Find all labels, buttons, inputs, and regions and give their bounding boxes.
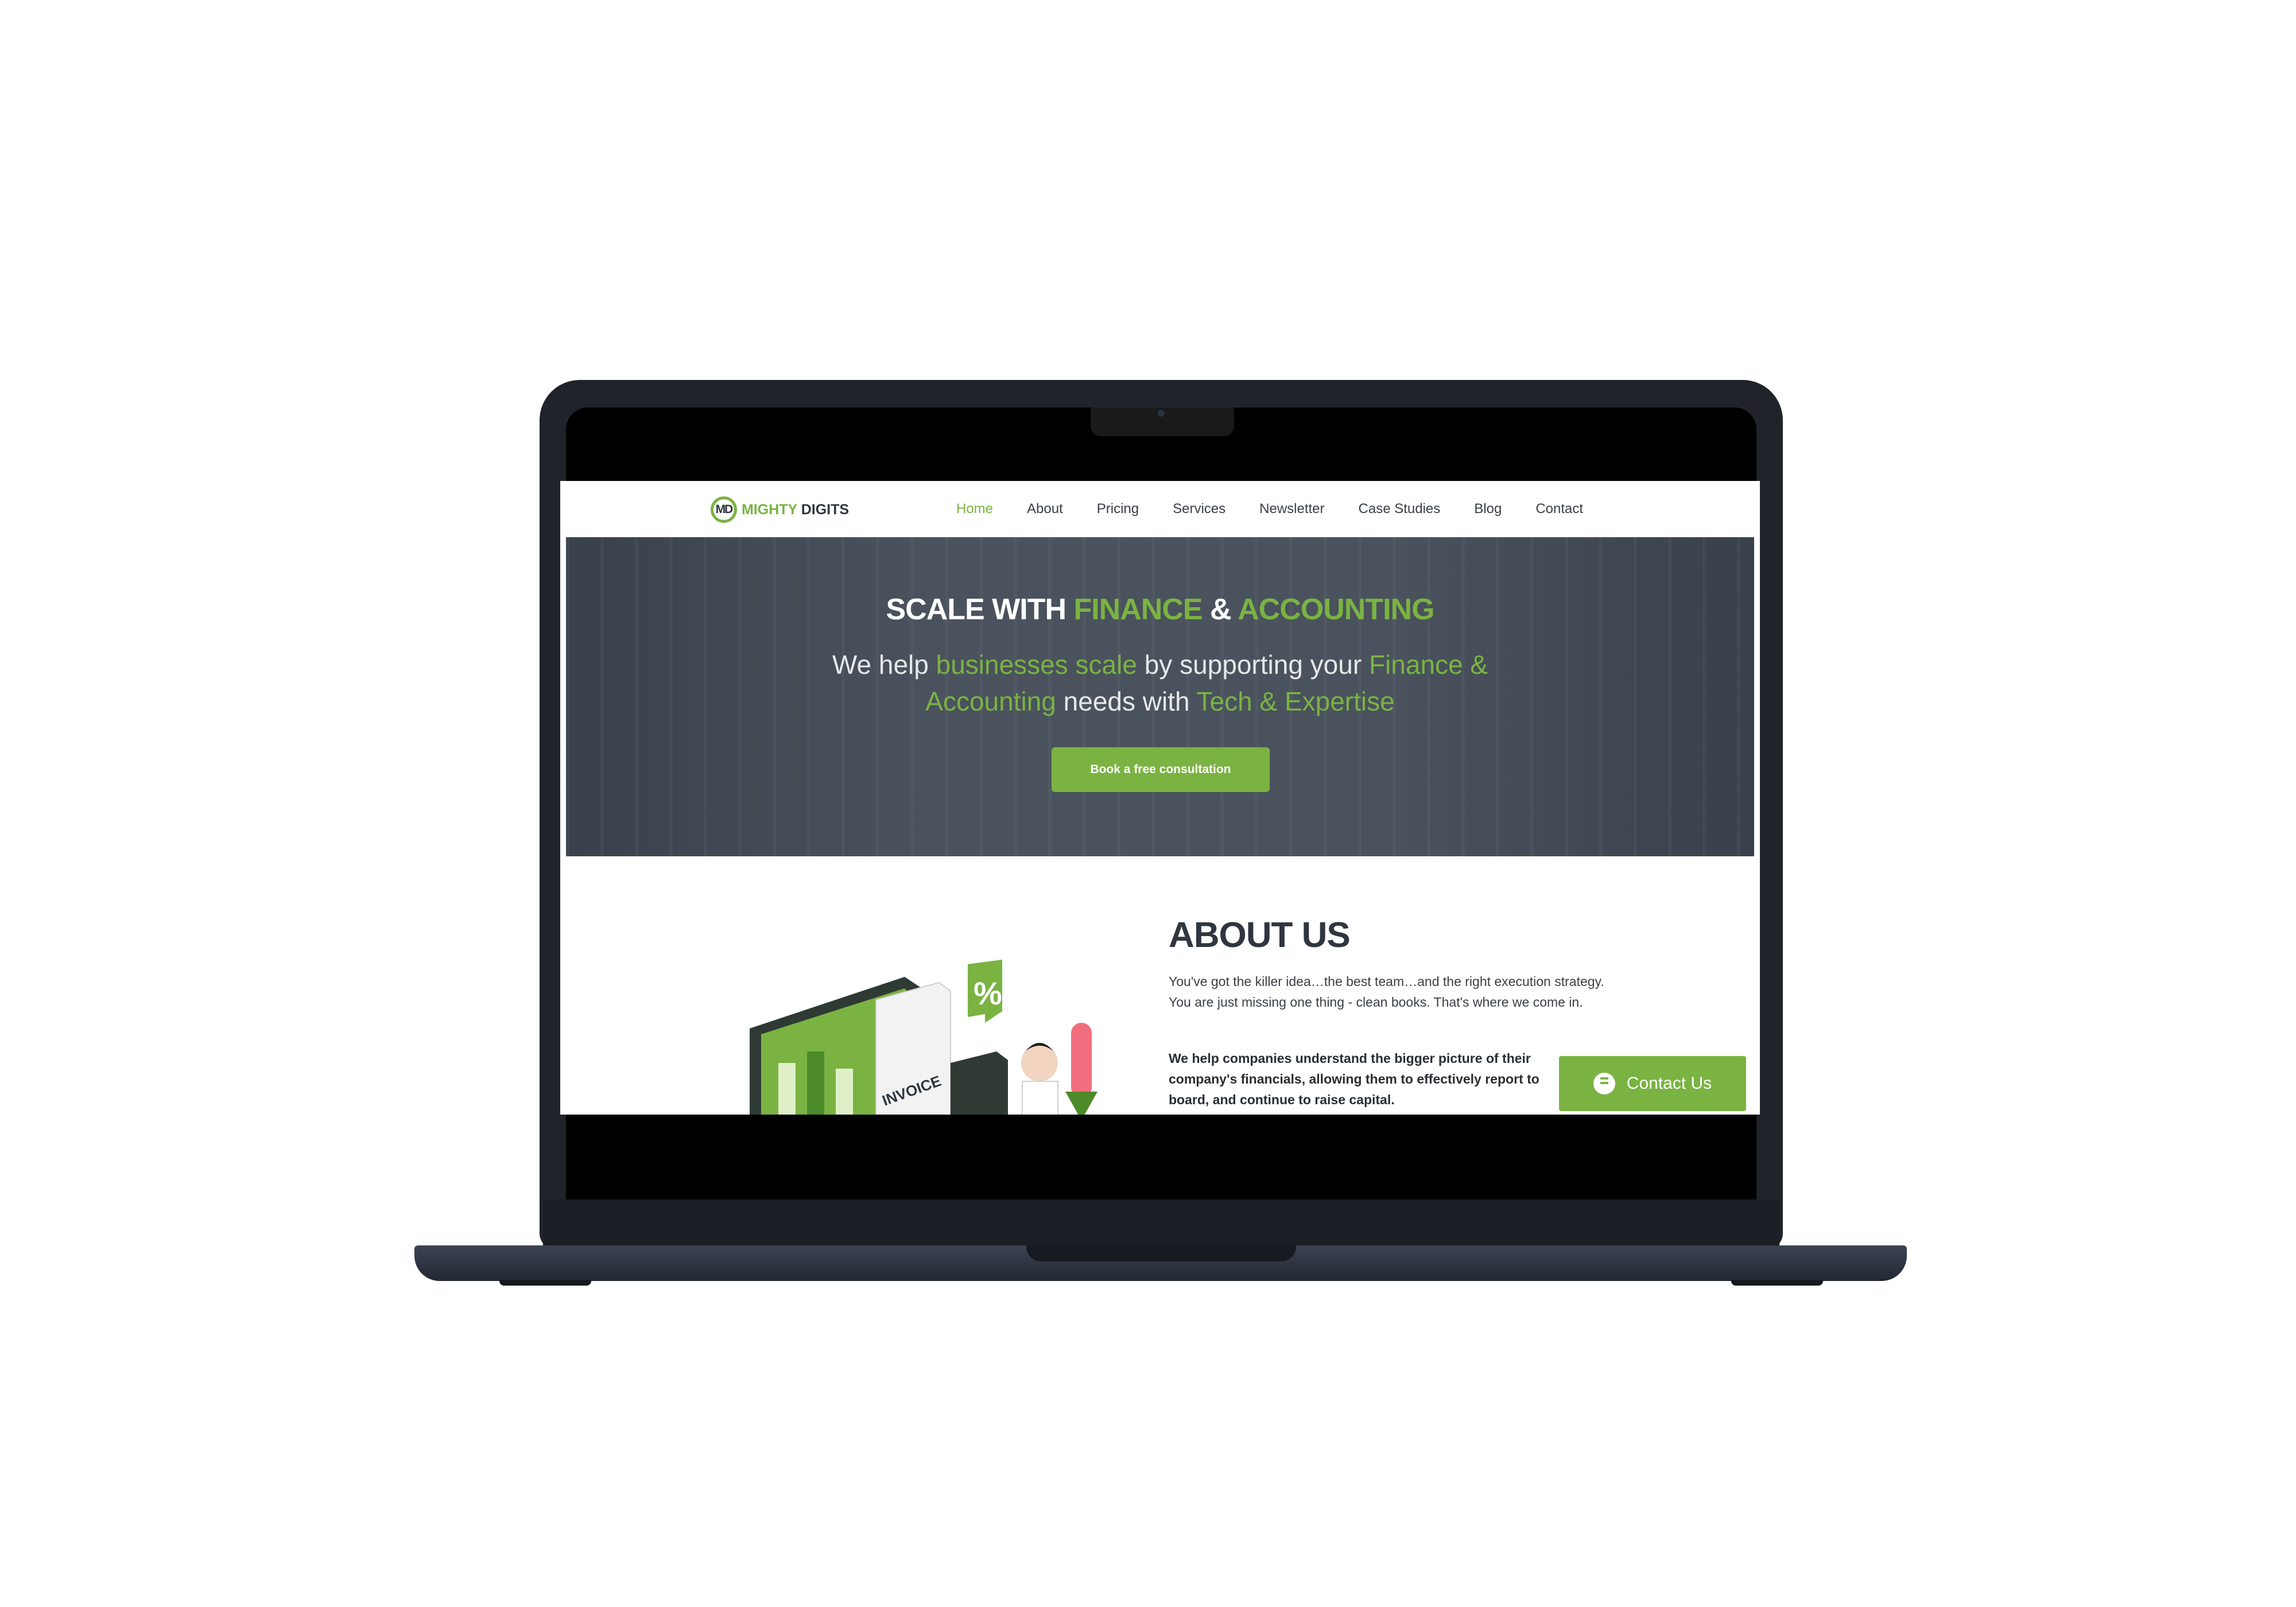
about-title: ABOUT US [1169,915,1351,955]
logo-mark-text: MD [715,503,734,516]
hero-subtitle-highlight: Tech & Expertise [1196,686,1395,716]
hero-section: SCALE WITH FINANCE & ACCOUNTING We help … [566,537,1754,856]
nav-link-pricing[interactable]: Pricing [1097,501,1139,517]
chart-bar [778,1063,796,1115]
laptop-foot-right [1731,1280,1823,1286]
calculator-icon [951,1051,1008,1115]
laptop-lid-chin [543,1200,1779,1245]
logo-mark-icon: MD [711,496,737,523]
hero-title-highlight: FINANCE [1073,593,1203,626]
hero-title-text: SCALE WITH [886,593,1074,626]
nav-link-newsletter[interactable]: Newsletter [1259,501,1324,517]
chart-bar [807,1051,824,1115]
nav-link-home[interactable]: Home [956,501,993,517]
person-body [1022,1081,1058,1115]
chat-bubble-icon [1593,1073,1615,1094]
hero-title-highlight: ACCOUNTING [1238,593,1434,626]
nav-link-case-studies[interactable]: Case Studies [1359,501,1441,517]
main-navigation: Home About Pricing Services Newsletter C… [956,481,1583,537]
contact-us-chat-button[interactable]: Contact Us [1559,1056,1746,1111]
nav-link-blog[interactable]: Blog [1474,501,1502,517]
hero-subtitle-highlight: businesses scale [936,650,1137,680]
logo-wordmark: MIGHTY DIGITS [742,502,849,518]
hero-subtitle-text: by supporting your [1137,650,1369,680]
browser-viewport: MD MIGHTY DIGITS Home About Pricing Serv… [560,481,1760,1115]
book-consultation-button[interactable]: Book a free consultation [1052,747,1270,792]
laptop-hinge-notch [1026,1245,1296,1261]
contact-us-label: Contact Us [1626,1074,1712,1093]
nav-link-contact[interactable]: Contact [1535,501,1583,517]
nav-link-services[interactable]: Services [1173,501,1225,517]
hero-subtitle-text: We help [832,650,936,680]
about-paragraph-bold: We help companies understand the bigger … [1169,1051,1539,1107]
hero-subtitle-text: needs with [1056,686,1197,716]
logo-word-mighty: MIGHTY [742,501,797,518]
pencil-icon [1071,1023,1092,1097]
nav-link-about[interactable]: About [1027,501,1063,517]
finance-illustration: INVOICE % [750,960,1097,1115]
hero-title: SCALE WITH FINANCE & ACCOUNTING [566,592,1754,627]
arrow-down-icon [1065,1092,1097,1115]
site-logo[interactable]: MD MIGHTY DIGITS [711,495,849,525]
webcam-icon [1158,410,1165,417]
site-header: MD MIGHTY DIGITS Home About Pricing Serv… [566,481,1754,537]
about-paragraph: You've got the killer idea…the best team… [1169,974,1604,1010]
hero-subtitle: We help businesses scale by supporting y… [807,646,1513,720]
chart-bar [836,1069,853,1115]
hero-title-text: & [1202,593,1238,626]
laptop-foot-left [499,1280,591,1286]
percent-sign: % [974,975,1002,1011]
logo-word-digits: DIGITS [801,501,850,518]
